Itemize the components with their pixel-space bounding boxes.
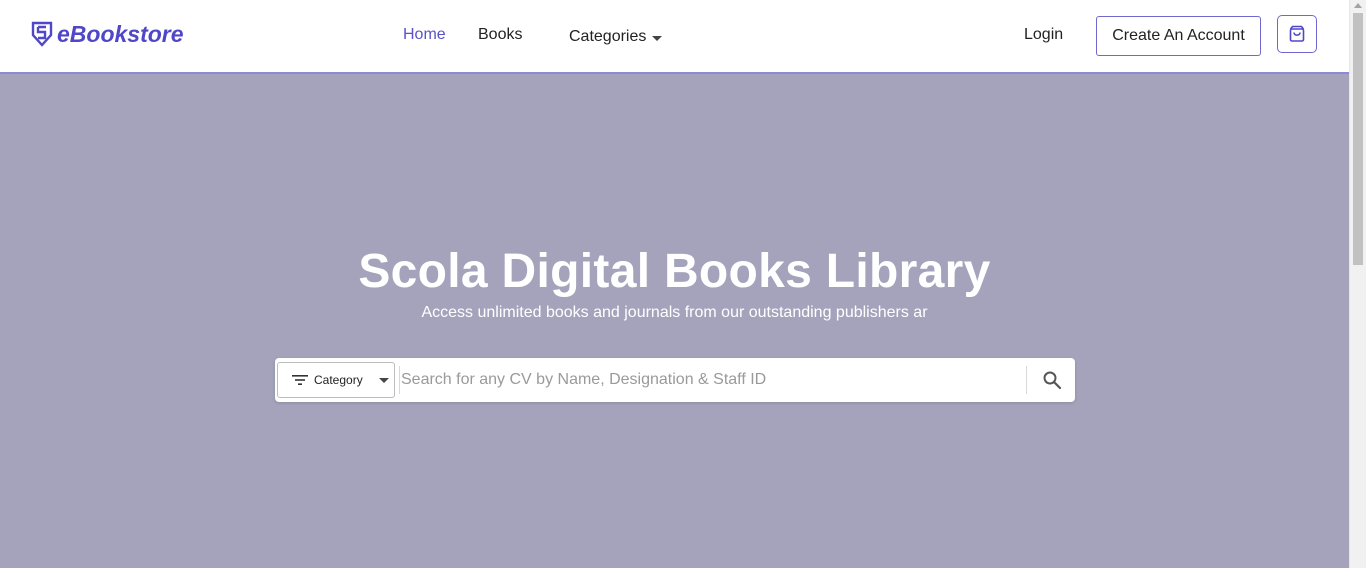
- hero-title: Scola Digital Books Library: [358, 245, 991, 298]
- page: eBookstore Home Books Categories Login C…: [0, 0, 1366, 568]
- chevron-down-icon: [652, 35, 663, 41]
- nav-categories-dropdown[interactable]: Categories: [569, 28, 663, 46]
- brand-name: eBookstore: [57, 20, 184, 47]
- divider: [399, 366, 400, 394]
- nav-books-link[interactable]: Books: [478, 26, 522, 44]
- nav-categories-label: Categories: [569, 28, 647, 45]
- category-filter-dropdown[interactable]: Category: [277, 362, 395, 398]
- shopping-bag-icon: [1289, 25, 1305, 42]
- brand-logo[interactable]: eBookstore: [31, 19, 184, 49]
- search-icon: [1043, 371, 1062, 390]
- create-account-button[interactable]: Create An Account: [1096, 16, 1261, 56]
- filter-icon: [292, 375, 308, 385]
- vertical-scrollbar[interactable]: [1349, 0, 1366, 568]
- scrollbar-thumb[interactable]: [1353, 13, 1363, 265]
- search-button[interactable]: [1037, 366, 1067, 394]
- nav-home-link[interactable]: Home: [403, 26, 446, 44]
- divider: [1026, 366, 1027, 394]
- search-input[interactable]: [401, 364, 1021, 396]
- shield-logo-icon: [31, 21, 53, 47]
- hero-subtitle: Access unlimited books and journals from…: [421, 304, 928, 321]
- navbar: eBookstore Home Books Categories Login C…: [0, 0, 1349, 74]
- login-link[interactable]: Login: [1024, 26, 1063, 44]
- chevron-down-icon: [378, 377, 389, 383]
- category-filter-label: Category: [314, 373, 363, 387]
- search-bar: Category: [275, 358, 1075, 402]
- scroll-up-arrow-icon[interactable]: [1354, 3, 1362, 8]
- cart-button[interactable]: [1277, 15, 1317, 53]
